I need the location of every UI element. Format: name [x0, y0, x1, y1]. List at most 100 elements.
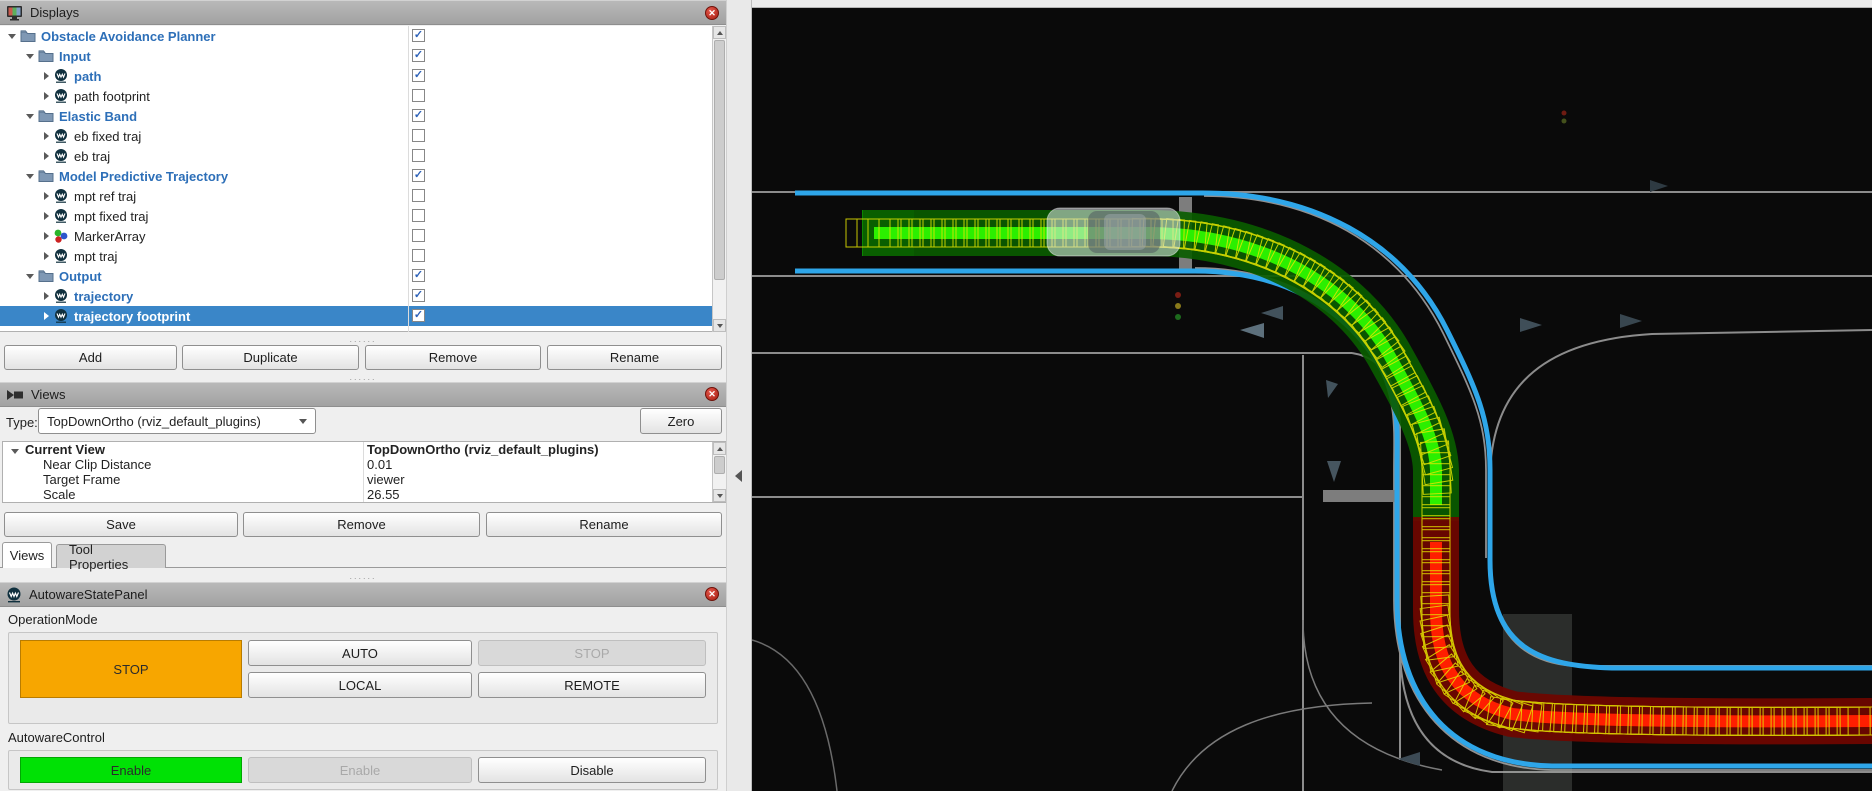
- visibility-checkbox[interactable]: [412, 229, 425, 242]
- displays-panel-title: Displays: [30, 5, 79, 20]
- remote-mode-button[interactable]: REMOTE: [478, 672, 706, 698]
- visibility-checkbox[interactable]: [412, 89, 425, 102]
- displays-panel-header[interactable]: Displays ✕: [0, 0, 726, 25]
- property-row[interactable]: Target Frameviewer: [3, 472, 725, 487]
- tab-tool-properties[interactable]: Tool Properties: [56, 544, 166, 568]
- scene-canvas[interactable]: [752, 0, 1872, 791]
- tree-row-path-footprint[interactable]: path footprint: [0, 86, 726, 106]
- tree-row-output[interactable]: Output ✓: [0, 266, 726, 286]
- tree-row-eb-traj[interactable]: eb traj: [0, 146, 726, 166]
- tree-row-input[interactable]: Input✓: [0, 46, 726, 66]
- expander-icon[interactable]: [8, 34, 16, 39]
- tree-row-label: Output: [59, 269, 102, 284]
- autoware-icon: [49, 188, 69, 204]
- tree-row-label: mpt fixed traj: [74, 209, 148, 224]
- operation-mode-label: OperationMode: [8, 612, 98, 627]
- visibility-checkbox[interactable]: ✓: [412, 109, 425, 122]
- tree-row-label: mpt ref traj: [74, 189, 136, 204]
- 3d-viewport[interactable]: [752, 0, 1872, 791]
- remove-view-button[interactable]: Remove: [243, 512, 480, 537]
- chevron-down-icon: [299, 419, 307, 424]
- visibility-checkbox[interactable]: ✓: [412, 289, 425, 302]
- lane-boundary-inner: [795, 271, 1872, 766]
- tree-row-trajectory-footprint[interactable]: trajectory footprint ✓: [0, 306, 726, 326]
- tree-row-markerarray[interactable]: MarkerArray: [0, 226, 726, 246]
- tree-row-mpt-ref-traj[interactable]: mpt ref traj: [0, 186, 726, 206]
- scroll-down-icon[interactable]: [713, 319, 726, 332]
- tree-column-divider: [408, 26, 409, 332]
- panel-resize-grip[interactable]: ......: [0, 372, 726, 382]
- visibility-checkbox[interactable]: [412, 189, 425, 202]
- tree-row-label: MarkerArray: [74, 229, 146, 244]
- visibility-checkbox[interactable]: ✓: [412, 169, 425, 182]
- autoware-icon: [49, 308, 69, 324]
- visibility-checkbox[interactable]: ✓: [412, 49, 425, 62]
- visibility-checkbox[interactable]: [412, 149, 425, 162]
- tree-row-label: Model Predictive Trajectory: [59, 169, 228, 184]
- visibility-checkbox[interactable]: ✓: [412, 309, 425, 322]
- tree-row-eb-fixed-traj[interactable]: eb fixed traj: [0, 126, 726, 146]
- operation-mode-status-badge: STOP: [20, 640, 242, 698]
- collapse-panel-icon[interactable]: [735, 470, 742, 482]
- panel-splitter[interactable]: [726, 0, 752, 791]
- visibility-checkbox[interactable]: [412, 129, 425, 142]
- visibility-checkbox[interactable]: ✓: [412, 269, 425, 282]
- property-row[interactable]: Current ViewTopDownOrtho (rviz_default_p…: [3, 442, 725, 457]
- scroll-up-icon[interactable]: [713, 442, 726, 455]
- displays-tree-scrollbar[interactable]: [712, 26, 726, 332]
- tree-row-obstacle-avoidance-planner[interactable]: Obstacle Avoidance Planner✓: [0, 26, 726, 46]
- autoware-control-status-badge: Enable: [20, 757, 242, 783]
- scrollbar-thumb[interactable]: [714, 456, 725, 474]
- visibility-checkbox[interactable]: ✓: [412, 29, 425, 42]
- scrollbar-thumb[interactable]: [714, 40, 725, 280]
- tab-views[interactable]: Views: [2, 542, 52, 568]
- autoware-panel-close-icon[interactable]: ✕: [705, 587, 719, 601]
- tree-row-mpt-fixed-traj[interactable]: mpt fixed traj: [0, 206, 726, 226]
- rename-view-button[interactable]: Rename: [486, 512, 722, 537]
- visibility-checkbox[interactable]: ✓: [412, 69, 425, 82]
- tree-row-label: eb fixed traj: [74, 129, 141, 144]
- property-row[interactable]: Near Clip Distance0.01: [3, 457, 725, 472]
- visibility-checkbox[interactable]: [412, 249, 425, 262]
- panel-resize-grip[interactable]: ......: [0, 571, 726, 581]
- folder-icon: [34, 48, 54, 64]
- disable-control-button[interactable]: Disable: [478, 757, 706, 783]
- visibility-checkbox[interactable]: [412, 209, 425, 222]
- views-panel-header[interactable]: Views ✕: [0, 382, 726, 407]
- add-button[interactable]: Add: [4, 345, 177, 370]
- tree-row-trajectory[interactable]: trajectory✓: [0, 286, 726, 306]
- scroll-down-icon[interactable]: [713, 489, 726, 502]
- auto-mode-button[interactable]: AUTO: [248, 640, 472, 666]
- duplicate-button[interactable]: Duplicate: [182, 345, 359, 370]
- expander-icon[interactable]: [26, 54, 34, 59]
- remove-button[interactable]: Remove: [365, 345, 541, 370]
- autoware-state-panel-header[interactable]: AutowareStatePanel ✕: [0, 582, 726, 607]
- tree-row-model-predictive-trajectory[interactable]: Model Predictive Trajectory ✓: [0, 166, 726, 186]
- views-close-icon[interactable]: ✕: [705, 387, 719, 401]
- property-value: viewer: [367, 472, 405, 487]
- expander-icon[interactable]: [26, 114, 34, 119]
- panel-resize-grip[interactable]: ......: [0, 334, 726, 344]
- save-view-button[interactable]: Save: [4, 512, 238, 537]
- tree-row-label: trajectory footprint: [74, 309, 190, 324]
- view-type-dropdown[interactable]: TopDownOrtho (rviz_default_plugins): [38, 408, 316, 434]
- autoware-icon: [49, 128, 69, 144]
- ego-vehicle: [1047, 208, 1180, 256]
- folder-icon: [34, 268, 54, 284]
- rename-button[interactable]: Rename: [547, 345, 722, 370]
- expander-icon[interactable]: [26, 274, 34, 279]
- tree-row-mpt-traj[interactable]: mpt traj: [0, 246, 726, 266]
- tree-row-path[interactable]: path✓: [0, 66, 726, 86]
- tree-row-label: mpt traj: [74, 249, 117, 264]
- property-row[interactable]: Scale26.55: [3, 487, 725, 502]
- displays-close-icon[interactable]: ✕: [705, 6, 719, 20]
- zero-button[interactable]: Zero: [640, 408, 722, 434]
- properties-scrollbar[interactable]: [712, 442, 726, 502]
- expander-icon[interactable]: [26, 174, 34, 179]
- autoware-icon: [49, 88, 69, 104]
- markers-icon: [49, 228, 69, 244]
- autoware-icon: [49, 248, 69, 264]
- tree-row-elastic-band[interactable]: Elastic Band✓: [0, 106, 726, 126]
- local-mode-button[interactable]: LOCAL: [248, 672, 472, 698]
- scroll-up-icon[interactable]: [713, 26, 726, 39]
